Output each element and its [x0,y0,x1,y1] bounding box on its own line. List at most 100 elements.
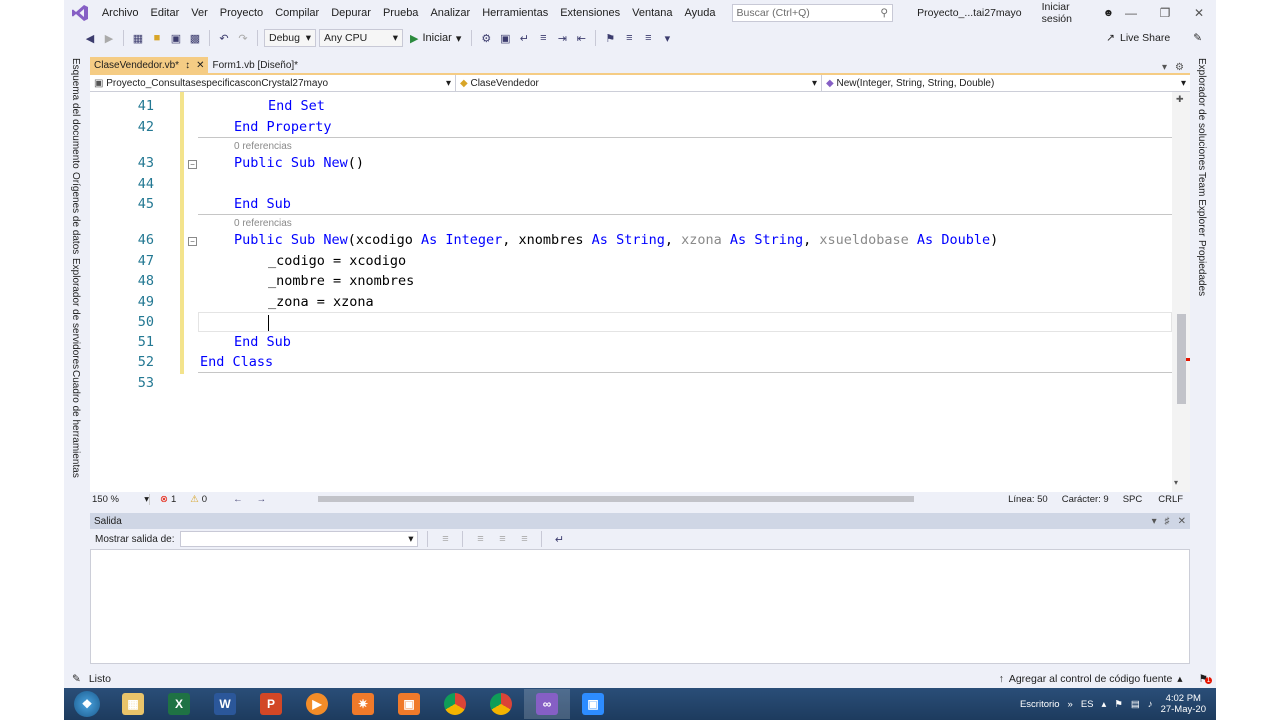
taskbar-app-camera[interactable]: ▣ [386,689,432,719]
tab-data-sources[interactable]: Orígenes de datos [70,172,81,254]
close-icon[interactable]: ✕ [1182,6,1216,20]
output-source-dropdown[interactable]: ▾ [180,531,419,547]
codelens-references[interactable]: 0 referencias [234,141,292,152]
error-marker[interactable] [1186,358,1190,361]
platform-dropdown[interactable]: Any CPU ▾ [319,29,403,47]
taskbar-media-player[interactable]: ▶ [294,689,340,719]
close-icon[interactable]: ✕ [196,60,204,71]
search-input[interactable]: Buscar (Ctrl+Q) ⚲ [731,4,894,22]
indent-icon[interactable]: ⇥ [554,30,570,46]
line-ending-indicator[interactable]: CRLF [1158,494,1183,505]
taskbar-chrome-2[interactable] [478,689,524,719]
next-issue-icon[interactable]: → [257,494,267,505]
forward-icon[interactable]: ▶ [101,30,117,46]
minimize-icon[interactable]: — [1114,6,1148,20]
menu-analizar[interactable]: Analizar [424,0,476,26]
collapse-icon[interactable]: − [188,237,197,246]
code-line-42[interactable]: End Property [234,119,332,135]
zoom-dropdown[interactable]: 150 % ▾ [90,493,150,505]
taskbar-file-explorer[interactable]: ▦ [110,689,156,719]
code-line-51[interactable]: End Sub [234,334,291,350]
warning-count[interactable]: ⚠ 0 [190,494,207,505]
clear-all-icon[interactable]: ≡ [516,531,532,547]
spacing-indicator[interactable]: SPC [1123,494,1143,505]
scrollbar-thumb[interactable] [1177,314,1186,404]
tray-expand-icon[interactable]: ▴ [1102,699,1107,710]
code-line-49[interactable]: _zona = xzona [268,294,374,310]
more-icon[interactable]: ▾ [659,30,675,46]
maximize-icon[interactable]: ❐ [1148,6,1182,20]
menu-depurar[interactable]: Depurar [325,0,377,26]
code-line-45[interactable]: End Sub [234,196,291,212]
project-dropdown[interactable]: ▣ Proyecto_ConsultasespecificasconCrysta… [90,75,456,91]
taskbar-visual-studio[interactable]: ∞ [524,689,570,719]
language-indicator[interactable]: ES [1081,699,1094,710]
align-icon[interactable]: ≡ [535,30,551,46]
codelens-references[interactable]: 0 referencias [234,218,292,229]
menu-extensiones[interactable]: Extensiones [554,0,626,26]
redo-icon[interactable]: ↷ [235,30,251,46]
error-count[interactable]: ⊗ 1 [160,494,176,505]
dropdown-icon[interactable]: ▾ [1152,516,1157,527]
code-line-46[interactable]: Public Sub New(xcodigo As Integer, xnomb… [234,232,998,248]
member-dropdown[interactable]: ◆ New(Integer, String, String, Double) ▾ [822,75,1190,91]
save-all-icon[interactable]: ▩ [187,30,203,46]
horizontal-scrollbar[interactable] [312,494,992,504]
scroll-down-icon[interactable]: ▾ [1174,478,1178,487]
collapse-icon[interactable]: − [188,160,197,169]
class-dropdown[interactable]: ◆ ClaseVendedor ▾ [456,75,822,91]
pin-icon[interactable]: ♯ [1165,516,1170,527]
code-line-52[interactable]: End Class [200,354,273,370]
undo-icon[interactable]: ↶ [216,30,232,46]
taskbar-excel[interactable]: X [156,689,202,719]
comment-icon[interactable]: ≡ [621,30,637,46]
feedback-icon[interactable]: ✎ [1193,32,1202,44]
network-icon[interactable]: ▤ [1131,699,1140,710]
tab-team-explorer[interactable]: Team Explorer [1196,172,1207,236]
screenshot-icon[interactable]: ▣ [497,30,513,46]
sign-in-button[interactable]: Iniciar sesión ☻ [1042,1,1114,25]
clock[interactable]: 4:02 PM 27-May-20 [1161,693,1206,715]
tab-clasevendedor[interactable]: ClaseVendedor.vb* ↕ ✕ [90,57,209,73]
menu-ventana[interactable]: Ventana [626,0,678,26]
code-line-41[interactable]: End Set [268,98,325,114]
flag-icon[interactable]: ⚑ [1114,699,1123,710]
taskbar-chrome[interactable] [432,689,478,719]
find-icon[interactable]: ⚙ [478,30,494,46]
open-folder-icon[interactable]: ■ [149,30,165,46]
taskbar-zoom[interactable]: ▣ [570,689,616,719]
settings-gear-icon[interactable]: ⚙ [1175,62,1184,73]
tab-document-outline[interactable]: Esquema del documento [70,58,81,169]
previous-issue-icon[interactable]: ← [233,494,243,505]
vertical-scrollbar[interactable]: ✚ ▾ [1172,92,1190,492]
start-button[interactable]: ❖ [64,689,110,719]
outdent-icon[interactable]: ⇤ [573,30,589,46]
next-message-icon[interactable]: ≡ [494,531,510,547]
menu-archivo[interactable]: Archivo [96,0,145,26]
step-icon[interactable]: ↵ [516,30,532,46]
live-share-button[interactable]: ↗ Live Share ✎ [1106,32,1202,44]
tab-solution-explorer[interactable]: Explorador de soluciones [1196,58,1207,170]
find-message-icon[interactable]: ≡ [437,531,453,547]
volume-icon[interactable]: ♪ [1148,699,1153,710]
code-line-48[interactable]: _nombre = xnombres [268,273,414,289]
tab-toolbox[interactable]: Cuadro de herramientas [70,370,81,478]
start-button[interactable]: ▶ Iniciar ▾ [406,32,465,45]
output-text-area[interactable] [90,549,1190,664]
taskbar-app-orange[interactable]: ✷ [340,689,386,719]
bookmark-icon[interactable]: ⚑ [602,30,618,46]
menu-compilar[interactable]: Compilar [269,0,325,26]
tab-server-explorer[interactable]: Explorador de servidores [70,258,81,369]
tab-properties[interactable]: Propiedades [1196,240,1207,296]
hscroll-thumb[interactable] [318,496,915,502]
chevron-down-icon[interactable]: ▾ [1162,62,1167,73]
code-editor[interactable]: 41 End Set 42 End Property 0 referencias… [90,92,1190,492]
configuration-dropdown[interactable]: Debug ▾ [264,29,316,47]
taskbar-word[interactable]: W [202,689,248,719]
back-icon[interactable]: ◀ [82,30,98,46]
uncomment-icon[interactable]: ≡ [640,30,656,46]
code-line-43[interactable]: Public Sub New() [234,155,364,171]
source-control-button[interactable]: ↑ Agregar al control de código fuente ▴ [999,673,1183,685]
close-icon[interactable]: ✕ [1178,516,1186,527]
save-icon[interactable]: ▣ [168,30,184,46]
